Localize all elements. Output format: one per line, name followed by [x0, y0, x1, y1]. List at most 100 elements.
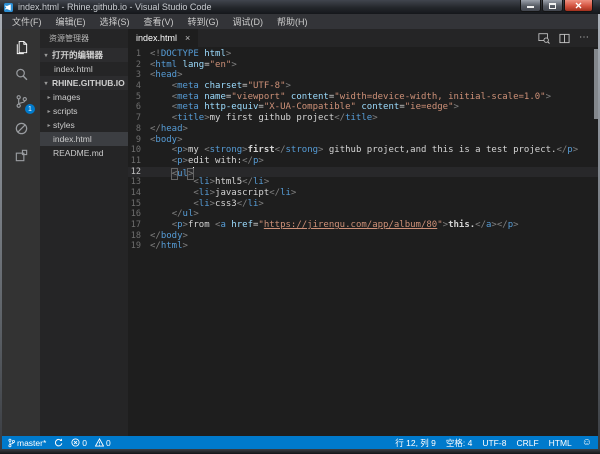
tab-bar: index.html × — [128, 29, 598, 47]
explorer-title: 资源管理器 — [40, 29, 128, 48]
debug-icon — [14, 121, 29, 136]
line-number: 10 — [128, 145, 150, 156]
menu-debug[interactable]: 调试(D) — [226, 15, 271, 28]
vscode-window: index.html - Rhine.github.io - Visual St… — [0, 0, 600, 454]
tree-item-styles[interactable]: ▸styles — [40, 118, 128, 132]
code-text: <p>my <strong>first</strong> github proj… — [150, 145, 578, 156]
line-number: 15 — [128, 199, 150, 210]
line-number: 12 — [128, 167, 150, 178]
tree-item-scripts[interactable]: ▸scripts — [40, 104, 128, 118]
error-icon — [71, 438, 80, 447]
open-preview-icon — [538, 32, 550, 44]
code-text: <p>edit with:</p> — [150, 156, 264, 167]
cursor-position[interactable]: 行 12, 列 9 — [395, 437, 436, 449]
code-line-18[interactable]: 18</body> — [128, 231, 598, 242]
code-line-12[interactable]: 12 <ul> — [128, 167, 598, 178]
code-line-13[interactable]: 13 <li>html5</li> — [128, 177, 598, 188]
language-mode[interactable]: HTML — [549, 438, 572, 448]
code-line-8[interactable]: 8</head> — [128, 124, 598, 135]
activity-extensions[interactable] — [2, 142, 40, 169]
eol-selector[interactable]: CRLF — [516, 438, 538, 448]
open-editor-index.html[interactable]: index.html — [40, 62, 128, 76]
files-icon — [14, 40, 29, 55]
tree-item-index.html[interactable]: index.html — [40, 132, 128, 146]
code-editor[interactable]: 1<!DOCTYPE html>2<html lang="en">3<head>… — [128, 47, 598, 436]
code-line-5[interactable]: 5 <meta name="viewport" content="width=d… — [128, 92, 598, 103]
maximize-button[interactable] — [542, 0, 563, 12]
open-editors-header[interactable]: ▾ 打开的编辑器 — [40, 48, 128, 62]
close-button[interactable] — [564, 0, 593, 12]
chevron-right-icon: ▸ — [45, 94, 53, 101]
branch-indicator[interactable]: master* — [8, 438, 46, 448]
activity-debug[interactable] — [2, 115, 40, 142]
tab-index-html[interactable]: index.html × — [128, 29, 198, 47]
code-line-7[interactable]: 7 <title>my first github project</title> — [128, 113, 598, 124]
status-bar: master* 0 0 — [0, 436, 600, 449]
chevron-right-icon: ▸ — [45, 122, 53, 129]
vscode-logo-icon — [4, 3, 13, 12]
open-editors-list: index.html — [40, 62, 128, 76]
code-line-11[interactable]: 11 <p>edit with:</p> — [128, 156, 598, 167]
title-bar[interactable]: index.html - Rhine.github.io - Visual St… — [0, 0, 600, 14]
code-text: <meta http-equiv="X-UA-Compatible" conte… — [150, 102, 459, 113]
indentation-setting[interactable]: 空格: 4 — [446, 437, 472, 449]
menu-go[interactable]: 转到(G) — [181, 15, 226, 28]
line-number: 18 — [128, 231, 150, 242]
code-line-4[interactable]: 4 <meta charset="UTF-8"> — [128, 81, 598, 92]
tab-label: index.html — [136, 33, 177, 43]
menu-selection[interactable]: 选择(S) — [93, 15, 137, 28]
line-number: 5 — [128, 92, 150, 103]
chevron-down-icon: ▾ — [42, 80, 50, 87]
feedback-smiley-icon[interactable]: ☺ — [582, 438, 592, 448]
code-line-2[interactable]: 2<html lang="en"> — [128, 60, 598, 71]
more-actions-button[interactable]: ⋯ — [579, 33, 589, 43]
code-line-10[interactable]: 10 <p>my <strong>first</strong> github p… — [128, 145, 598, 156]
warning-count[interactable]: 0 — [95, 438, 111, 448]
line-number: 3 — [128, 70, 150, 81]
code-text: </head> — [150, 124, 188, 135]
encoding-selector[interactable]: UTF-8 — [482, 438, 506, 448]
close-tab-icon[interactable]: × — [185, 34, 190, 43]
code-line-15[interactable]: 15 <li>css3</li> — [128, 199, 598, 210]
line-number: 17 — [128, 220, 150, 231]
code-line-14[interactable]: 14 <li>javascript</li> — [128, 188, 598, 199]
warning-icon — [95, 438, 104, 447]
code-line-1[interactable]: 1<!DOCTYPE html> — [128, 49, 598, 60]
code-text: <meta name="viewport" content="width=dev… — [150, 92, 551, 103]
code-line-17[interactable]: 17 <p>from <a href="https://jirengu.com/… — [128, 220, 598, 231]
menu-view[interactable]: 查看(V) — [137, 15, 181, 28]
code-text: </ul> — [150, 209, 199, 220]
tree-item-label: images — [53, 92, 80, 102]
folder-header[interactable]: ▾ RHINE.GITHUB.IO — [40, 76, 128, 90]
code-line-9[interactable]: 9<body> — [128, 135, 598, 146]
menu-edit[interactable]: 编辑(E) — [49, 15, 93, 28]
split-editor-button[interactable] — [559, 33, 570, 44]
activity-source-control[interactable]: 1 — [2, 88, 40, 115]
main-area: 1 资源管理器 ▾ 打开的编辑器 index.html — [2, 29, 598, 436]
line-number: 9 — [128, 135, 150, 146]
text-cursor — [193, 167, 194, 177]
line-number: 11 — [128, 156, 150, 167]
tree-item-label: scripts — [53, 106, 78, 116]
activity-explorer[interactable] — [2, 34, 40, 61]
error-count[interactable]: 0 — [71, 438, 87, 448]
code-line-19[interactable]: 19</html> — [128, 241, 598, 252]
code-line-6[interactable]: 6 <meta http-equiv="X-UA-Compatible" con… — [128, 102, 598, 113]
menu-file[interactable]: 文件(F) — [5, 15, 49, 28]
code-line-16[interactable]: 16 </ul> — [128, 209, 598, 220]
activity-search[interactable] — [2, 61, 40, 88]
minimize-button[interactable] — [520, 0, 541, 12]
code-text: <li>javascript</li> — [150, 188, 296, 199]
error-count-value: 0 — [82, 438, 87, 448]
tree-item-images[interactable]: ▸images — [40, 90, 128, 104]
search-icon — [14, 67, 29, 82]
code-lines: 1<!DOCTYPE html>2<html lang="en">3<head>… — [128, 49, 598, 252]
line-number: 19 — [128, 241, 150, 252]
open-preview-button[interactable] — [538, 32, 550, 44]
code-line-3[interactable]: 3<head> — [128, 70, 598, 81]
menu-help[interactable]: 帮助(H) — [270, 15, 315, 28]
sync-button[interactable] — [54, 438, 63, 447]
code-text: <html lang="en"> — [150, 60, 237, 71]
tree-item-README.md[interactable]: README.md — [40, 146, 128, 160]
code-text: <ul> — [150, 167, 194, 178]
